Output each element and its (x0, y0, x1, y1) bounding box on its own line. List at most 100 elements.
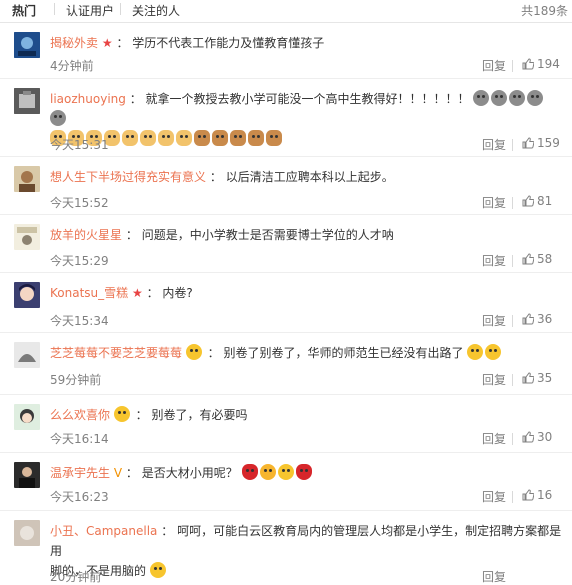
reply-button[interactable]: 回复 (482, 488, 506, 505)
comment-username[interactable]: 放羊的火星星 (50, 228, 122, 242)
smile-emoji-icon (277, 464, 294, 480)
doge-emoji-icon (140, 130, 156, 146)
comment-separator: ： (125, 228, 138, 242)
crying-emoji-icon (50, 110, 66, 126)
laugh-emoji-icon (259, 464, 276, 480)
like-button[interactable]: 35 (522, 371, 552, 385)
comment-text: 是否大材小用呢？ (141, 466, 238, 480)
comment-body: 芝芝莓莓不要芝芝要莓莓 ： 别卷了别卷了，华师的师范生已经没有出路了 (50, 343, 562, 363)
avatar[interactable] (14, 88, 40, 114)
reply-button[interactable]: 回复 (482, 57, 506, 74)
comment-time: 今天16:14 (50, 432, 109, 446)
comment-separator: ： (135, 408, 148, 422)
avatar-image (14, 282, 40, 308)
avatar[interactable] (14, 166, 40, 192)
avatar[interactable] (14, 342, 40, 368)
reply-button[interactable]: 回复 (482, 371, 506, 388)
comment-separator: ： (116, 36, 129, 50)
like-button[interactable]: 36 (522, 312, 552, 326)
reply-button[interactable]: 回复 (482, 194, 506, 211)
avatar[interactable] (14, 282, 40, 308)
reply-button[interactable]: 回复 (482, 136, 506, 153)
like-button[interactable]: 16 (522, 488, 552, 502)
comment-username[interactable]: 揭秘外卖 (50, 36, 98, 50)
comment-item: 小丑、Campanella ： 呵呵，可能白云区教育局内的管理层人均都是小学生，… (0, 511, 572, 584)
flower-emoji-icon (241, 464, 258, 480)
comment-username[interactable]: 芝芝莓莓不要芝芝要莓莓 (50, 346, 182, 360)
avatar[interactable] (14, 462, 40, 488)
avatar[interactable] (14, 404, 40, 430)
avatar-image (14, 404, 40, 430)
comment-time: 今天15:31 (50, 138, 109, 152)
thumbs-up-icon (522, 372, 535, 384)
comment-item: 揭秘外卖 ★ ： 学历不代表工作能力及懂教育懂孩子 4分钟前 回复 194 (0, 23, 572, 79)
doge-emoji-icon (176, 130, 192, 146)
reply-button[interactable]: 回复 (482, 430, 506, 447)
tab-verified[interactable]: 认证用户 (66, 2, 114, 19)
divider (512, 139, 513, 151)
like-button[interactable]: 58 (522, 252, 552, 266)
rose-emoji-icon (295, 464, 312, 480)
avatar-image (14, 342, 40, 368)
like-count: 35 (537, 371, 553, 385)
crying-emoji-icon (509, 90, 526, 106)
v-badge-icon: V (113, 466, 123, 480)
comment-username[interactable]: 温承宇先生 (50, 466, 110, 480)
divider (512, 197, 513, 209)
crying-emoji-icon (527, 90, 544, 106)
avatar-image (14, 88, 40, 114)
reply-button[interactable]: 回复 (482, 568, 506, 585)
thumbs-up-icon (522, 253, 535, 265)
like-button[interactable]: 30 (522, 430, 552, 444)
comment-text: 别卷了，有必要吗 (151, 408, 248, 422)
tab-hot[interactable]: 热门 (12, 2, 36, 19)
doge-emoji-icon (122, 130, 138, 146)
avatar-image (14, 224, 40, 250)
cat-emoji-icon (212, 130, 228, 146)
like-button[interactable]: 159 (522, 136, 560, 150)
comment-separator: ： (146, 286, 159, 300)
comment-text: 就拿一个教授去教小学可能没一个高中生教得好！！！！！！ (145, 92, 470, 106)
tab-following[interactable]: 关注的人 (132, 2, 180, 19)
avatar[interactable] (14, 224, 40, 250)
avatar[interactable] (14, 32, 40, 58)
thumbs-up-icon (522, 431, 535, 443)
like-count: 16 (537, 488, 553, 502)
comment-separator: ： (129, 92, 142, 106)
avatar[interactable] (14, 520, 40, 546)
thumbs-up-icon (522, 195, 535, 207)
thumbs-up-icon (522, 58, 535, 70)
like-count: 81 (537, 194, 553, 208)
comment-total: 共189条 (521, 4, 568, 18)
comment-text: 问题是，中小学教士是否需要博士学位的人才呐 (141, 228, 394, 242)
crying-emoji-icon (491, 90, 508, 106)
like-count: 36 (537, 312, 553, 326)
reply-button[interactable]: 回复 (482, 312, 506, 329)
like-button[interactable]: 194 (522, 57, 560, 71)
comment-separator: ： (125, 466, 138, 480)
crying-emoji-icon (467, 344, 484, 360)
comment-username[interactable]: Konatsu_雪糕 (50, 286, 128, 300)
comment-username[interactable]: liaozhuoying (50, 92, 126, 106)
comment-time: 今天15:52 (50, 196, 109, 210)
comment-item: 温承宇先生 V ： 是否大材小用呢？ 今天16:23 回复 16 (0, 453, 572, 511)
like-count: 58 (537, 252, 553, 266)
comment-text: 内卷? (162, 286, 193, 300)
like-count: 159 (537, 136, 560, 150)
comment-time: 59分钟前 (50, 373, 102, 387)
comment-body: 放羊的火星星 ： 问题是，中小学教士是否需要博士学位的人才呐 (50, 225, 562, 245)
star-icon: ★ (131, 286, 143, 300)
avatar-image (14, 520, 40, 546)
comment-username[interactable]: 么么欢喜你 (50, 408, 110, 422)
like-button[interactable]: 81 (522, 194, 552, 208)
avatar-image (14, 166, 40, 192)
comment-username[interactable]: 想人生下半场过得充实有意义 (50, 170, 206, 184)
comment-username[interactable]: 小丑、Campanella (50, 524, 157, 538)
comment-tabs: 热门 认证用户 关注的人 共189条 (0, 0, 572, 23)
vip-crown-icon (185, 344, 202, 360)
reply-button[interactable]: 回复 (482, 252, 506, 269)
avatar-image (14, 32, 40, 58)
comment-text: 别卷了别卷了，华师的师范生已经没有出路了 (223, 346, 464, 360)
comment-item: 芝芝莓莓不要芝芝要莓莓 ： 别卷了别卷了，华师的师范生已经没有出路了 59分钟前… (0, 333, 572, 395)
divider (512, 433, 513, 445)
